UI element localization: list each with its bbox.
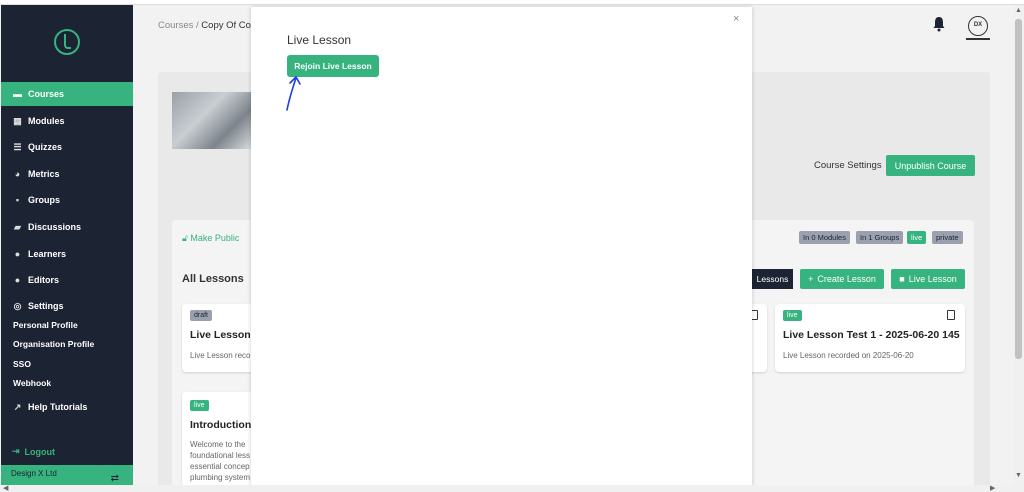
list-icon: ☰: [13, 141, 22, 152]
lesson-title: Live Lesson -: [190, 329, 258, 341]
sidebar-item-label: Editors: [28, 275, 60, 285]
sidebar-item-quizzes[interactable]: ☰ Quizzes: [1, 135, 133, 159]
status-badge: In 0 Modules: [799, 231, 850, 244]
scroll-right-icon[interactable]: ▶: [990, 484, 995, 492]
sidebar-item-label: Help Tutorials: [28, 402, 88, 412]
gear-icon: ◎: [13, 300, 22, 311]
logout-button[interactable]: ⇥ Logout: [12, 446, 55, 457]
scroll-left-icon[interactable]: ◀: [3, 484, 8, 492]
organisation-name: Design X Ltd: [11, 469, 57, 478]
bell-icon[interactable]: [932, 16, 946, 32]
scrollbar-thumb[interactable]: [1015, 19, 1022, 359]
course-settings-link[interactable]: Course Settings: [814, 160, 882, 171]
lesson-status-badge: live: [190, 400, 209, 411]
breadcrumb-root[interactable]: Courses: [158, 20, 193, 31]
live-lesson-label: Live Lesson: [908, 274, 957, 284]
sidebar-subitem-sso[interactable]: SSO: [13, 359, 31, 369]
sidebar-subitem-organisation-profile[interactable]: Organisation Profile: [13, 339, 94, 349]
close-icon[interactable]: ×: [733, 13, 739, 25]
make-public-toggle[interactable]: 🔓︎ Make Public: [182, 233, 239, 244]
horizontal-scrollbar[interactable]: ◀ ▶: [0, 485, 1024, 492]
scroll-down-icon[interactable]: ▼: [1015, 472, 1022, 479]
vertical-scrollbar[interactable]: ▲ ▼: [1013, 5, 1024, 485]
course-thumbnail: [172, 92, 252, 149]
sidebar-item-label: Courses: [28, 89, 65, 99]
grid-icon: ▦: [13, 115, 22, 126]
sidebar-subitem-webhook[interactable]: Webhook: [13, 378, 51, 388]
sidebar-item-metrics[interactable]: ◕ Metrics: [1, 162, 133, 186]
unpublish-course-button[interactable]: Unpublish Course: [886, 155, 975, 176]
annotation-arrow-icon: [286, 76, 301, 111]
status-badge: live: [907, 231, 927, 244]
sidebar-subitem-personal-profile[interactable]: Personal Profile: [13, 320, 78, 330]
status-badge: In 1 Groups: [856, 231, 904, 244]
sidebar-item-label: Groups: [28, 195, 61, 205]
lesson-status-badge: draft: [190, 310, 213, 321]
sidebar-item-learners[interactable]: ● Learners: [1, 242, 133, 266]
pie-chart-icon: ◕: [14, 168, 21, 179]
sidebar-item-editors[interactable]: ● Editors: [1, 268, 133, 292]
plus-icon: +: [808, 274, 814, 284]
app-logo[interactable]: [54, 29, 80, 55]
copy-icon[interactable]: [947, 310, 955, 320]
modal-title: Live Lesson: [287, 33, 352, 47]
user-edit-icon: ●: [14, 274, 21, 285]
sidebar-item-groups[interactable]: ▪ Groups: [1, 188, 133, 212]
make-public-label: Make Public: [190, 233, 240, 243]
chat-icon: ▰: [14, 221, 21, 232]
swap-icon[interactable]: ⇄: [111, 473, 119, 484]
lesson-title: Introduction t: [190, 419, 258, 431]
users-icon: ●: [14, 248, 21, 259]
create-lesson-label: Create Lesson: [817, 274, 876, 284]
briefcase-icon: ▬: [13, 88, 22, 99]
status-badge: private: [932, 231, 963, 244]
lesson-desc-line: plumbing system: [190, 473, 251, 482]
browser-top-strip: [0, 0, 1024, 5]
all-lessons-heading: All Lessons: [182, 273, 244, 285]
logout-icon: ⇥: [12, 446, 20, 456]
lessons-button[interactable]: Lessons: [752, 269, 793, 289]
video-icon: ■: [899, 274, 905, 284]
lesson-title: Live Lesson Test 1 - 2025-06-20 145: [783, 329, 960, 341]
scroll-up-icon[interactable]: ▲: [1015, 7, 1022, 14]
external-link-icon: ↗: [13, 401, 22, 412]
sidebar-item-label: Discussions: [28, 222, 82, 232]
create-lesson-button[interactable]: + Create Lesson: [800, 269, 884, 289]
lesson-desc-line: essential concep: [190, 462, 250, 471]
sidebar-item-label: Settings: [28, 301, 64, 311]
sidebar-item-modules[interactable]: ▦ Modules: [1, 109, 133, 133]
live-lesson-modal: × Live Lesson Rejoin Live Lesson: [251, 7, 752, 487]
sidebar-item-courses[interactable]: ▬ Courses: [1, 82, 133, 106]
breadcrumb-current: Copy Of Co: [201, 20, 251, 31]
groups-icon: ▪: [15, 194, 20, 205]
sidebar-item-label: Modules: [28, 116, 65, 126]
sidebar: ▬ Courses ▦ Modules ☰ Quizzes ◕ Metrics …: [1, 5, 133, 490]
lesson-desc-line: Welcome to the: [190, 440, 246, 449]
sidebar-item-discussions[interactable]: ▰ Discussions: [1, 215, 133, 239]
breadcrumb: Courses / Copy Of Co: [158, 20, 251, 31]
sidebar-item-help-tutorials[interactable]: ↗ Help Tutorials: [1, 395, 133, 419]
lesson-desc-line: foundational less: [190, 451, 251, 460]
live-lesson-button[interactable]: ■ Live Lesson: [891, 269, 965, 289]
lesson-subtitle: Live Lesson reco: [190, 351, 251, 360]
avatar[interactable]: DX: [968, 16, 988, 36]
logout-label: Logout: [24, 446, 56, 457]
lesson-status-badge: live: [783, 310, 802, 321]
sidebar-item-label: Learners: [28, 249, 67, 259]
sidebar-item-settings[interactable]: ◎ Settings: [1, 294, 133, 318]
sidebar-item-label: Metrics: [28, 169, 60, 179]
sidebar-item-label: Quizzes: [28, 142, 63, 152]
avatar-underline: [966, 38, 990, 40]
lesson-subtitle: Live Lesson recorded on 2025-06-20: [783, 351, 914, 360]
unlock-icon: 🔓︎: [182, 233, 188, 243]
